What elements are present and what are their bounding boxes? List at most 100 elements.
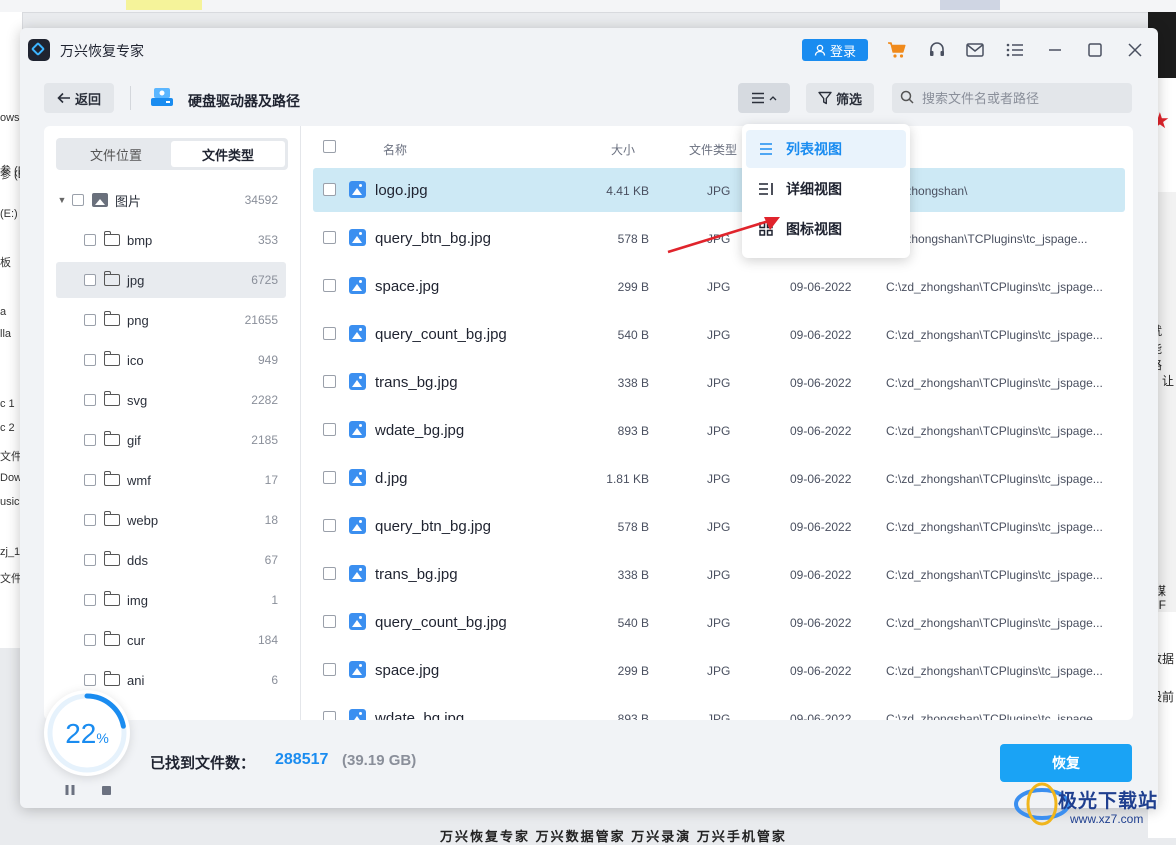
tree-item-count: 21655 bbox=[244, 313, 278, 327]
table-row[interactable]: query_count_bg.jpg 540 B JPG 09-06-2022 C:\z… bbox=[313, 600, 1125, 644]
menu-item-list-view[interactable]: 列表视图 bbox=[746, 130, 906, 168]
panel-tabs: 文件位置 文件类型 bbox=[56, 138, 288, 170]
table-row[interactable]: d.jpg 1.81 KB JPG 09-06-2022 C:\zd_zhongshan… bbox=[313, 456, 1125, 500]
row-checkbox[interactable] bbox=[323, 327, 336, 340]
tree-item-svg[interactable]: svg 2282 bbox=[56, 382, 286, 418]
table-row[interactable]: wdate_bg.jpg 893 B JPG 09-06-2022 C:\zd_zhon… bbox=[313, 408, 1125, 452]
row-checkbox[interactable] bbox=[323, 663, 336, 676]
column-size[interactable]: 大小 bbox=[611, 141, 635, 158]
menu-icon[interactable] bbox=[1004, 39, 1026, 61]
tree-item-bmp[interactable]: bmp 353 bbox=[56, 222, 286, 258]
checkbox[interactable] bbox=[84, 514, 96, 526]
watermark-url: www.xz7.com bbox=[1070, 812, 1144, 826]
mail-icon[interactable] bbox=[964, 39, 986, 61]
row-checkbox[interactable] bbox=[323, 567, 336, 580]
back-label: 返回 bbox=[74, 91, 101, 107]
select-all-checkbox[interactable] bbox=[323, 140, 336, 153]
row-checkbox[interactable] bbox=[323, 423, 336, 436]
tab-file-location[interactable]: 文件位置 bbox=[59, 141, 173, 167]
maximize-icon[interactable] bbox=[1084, 39, 1106, 61]
checkbox[interactable] bbox=[84, 594, 96, 606]
checkbox[interactable] bbox=[84, 674, 96, 686]
row-checkbox[interactable] bbox=[323, 615, 336, 628]
checkbox[interactable] bbox=[84, 394, 96, 406]
file-path: C:\zd_zhongshan\TCPlugins\tc_jspage... bbox=[886, 520, 1103, 534]
stop-icon[interactable] bbox=[102, 786, 111, 795]
file-name: query_btn_bg.jpg bbox=[375, 518, 491, 535]
cart-icon[interactable] bbox=[886, 39, 908, 61]
tab-file-type[interactable]: 文件类型 bbox=[171, 141, 285, 167]
table-row[interactable]: space.jpg 299 B JPG 09-06-2022 C:\zd_zhongsh… bbox=[313, 648, 1125, 692]
close-icon[interactable] bbox=[1124, 39, 1146, 61]
image-file-icon bbox=[349, 421, 366, 438]
view-mode-button[interactable] bbox=[738, 83, 790, 113]
detail-view-icon bbox=[759, 183, 773, 195]
tree-item-images[interactable]: ▼ 图片 34592 bbox=[56, 182, 286, 218]
image-file-icon bbox=[349, 325, 366, 342]
tree-item-count: 6 bbox=[271, 673, 278, 687]
found-files-count: 288517 bbox=[275, 751, 329, 768]
recover-button[interactable]: 恢复 bbox=[1000, 744, 1132, 782]
list-header: 名称 大小 文件类型 bbox=[301, 126, 1133, 168]
folder-icon bbox=[104, 671, 120, 686]
row-checkbox[interactable] bbox=[323, 519, 336, 532]
back-button[interactable]: 返回 bbox=[44, 83, 114, 113]
table-row[interactable]: wdate_bg.jpg 893 B JPG 09-06-2022 C:\zd_zhon… bbox=[313, 696, 1125, 720]
checkbox[interactable] bbox=[84, 474, 96, 486]
checkbox[interactable] bbox=[84, 274, 96, 286]
tree-item-webp[interactable]: webp 18 bbox=[56, 502, 286, 538]
column-name[interactable]: 名称 bbox=[383, 141, 407, 158]
row-checkbox[interactable] bbox=[323, 375, 336, 388]
table-row[interactable]: query_count_bg.jpg 540 B JPG 09-06-2022 C:\z… bbox=[313, 312, 1125, 356]
tree-item-count: 67 bbox=[264, 553, 278, 567]
tree-item-wmf[interactable]: wmf 17 bbox=[56, 462, 286, 498]
image-file-icon bbox=[349, 469, 366, 486]
row-checkbox[interactable] bbox=[323, 279, 336, 292]
tree-item-label: ico bbox=[127, 352, 144, 368]
minimize-icon[interactable] bbox=[1044, 39, 1066, 61]
tree-item-img[interactable]: img 1 bbox=[56, 582, 286, 618]
login-button[interactable]: 登录 bbox=[802, 39, 868, 61]
tree-item-gif[interactable]: gif 2185 bbox=[56, 422, 286, 458]
tree-item-png[interactable]: png 21655 bbox=[56, 302, 286, 338]
table-row[interactable]: query_btn_bg.jpg 578 B JPG 09-06-2022 C:\zd_… bbox=[313, 504, 1125, 548]
row-checkbox[interactable] bbox=[323, 711, 336, 720]
menu-item-detail-view[interactable]: 详细视图 bbox=[746, 170, 906, 208]
tree-item-cur[interactable]: cur 184 bbox=[56, 622, 286, 658]
checkbox[interactable] bbox=[72, 194, 84, 206]
row-checkbox[interactable] bbox=[323, 183, 336, 196]
search-icon bbox=[900, 90, 914, 104]
progress-unit: % bbox=[96, 730, 109, 746]
app-logo-icon bbox=[28, 39, 50, 61]
tree-item-jpg[interactable]: jpg 6725 bbox=[56, 262, 286, 298]
row-checkbox[interactable] bbox=[323, 231, 336, 244]
table-row[interactable]: trans_bg.jpg 338 B JPG 09-06-2022 C:\zd_zhon… bbox=[313, 360, 1125, 404]
row-checkbox[interactable] bbox=[323, 471, 336, 484]
filter-icon bbox=[818, 91, 832, 105]
folder-icon bbox=[104, 391, 120, 406]
column-type[interactable]: 文件类型 bbox=[689, 141, 737, 158]
table-row[interactable]: trans_bg.jpg 338 B JPG 09-06-2022 C:\zd_zhon… bbox=[313, 552, 1125, 596]
search-input[interactable] bbox=[892, 83, 1132, 113]
checkbox[interactable] bbox=[84, 354, 96, 366]
pause-icon[interactable] bbox=[64, 784, 76, 796]
checkbox[interactable] bbox=[84, 314, 96, 326]
headset-icon[interactable] bbox=[926, 39, 948, 61]
table-row[interactable]: logo.jpg 4.41 KB JPG zd_zhongshan\ bbox=[313, 168, 1125, 212]
file-date: 09-06-2022 bbox=[790, 664, 852, 678]
file-name: logo.jpg bbox=[375, 182, 428, 199]
checkbox[interactable] bbox=[84, 434, 96, 446]
tree-item-dds[interactable]: dds 67 bbox=[56, 542, 286, 578]
caret-down-icon[interactable]: ▼ bbox=[56, 195, 68, 205]
filter-button[interactable]: 筛选 bbox=[806, 83, 874, 113]
background-bottom-text: 万兴恢复专家 万兴数据管家 万兴录演 万兴手机管家 bbox=[440, 829, 787, 844]
checkbox[interactable] bbox=[84, 634, 96, 646]
background-taskbar bbox=[0, 0, 1176, 13]
file-name: trans_bg.jpg bbox=[375, 374, 458, 391]
tree-item-ico[interactable]: ico 949 bbox=[56, 342, 286, 378]
tree-item-label: png bbox=[127, 312, 149, 328]
checkbox[interactable] bbox=[84, 234, 96, 246]
checkbox[interactable] bbox=[84, 554, 96, 566]
folder-icon bbox=[104, 231, 120, 246]
background-text: usic bbox=[0, 496, 20, 508]
